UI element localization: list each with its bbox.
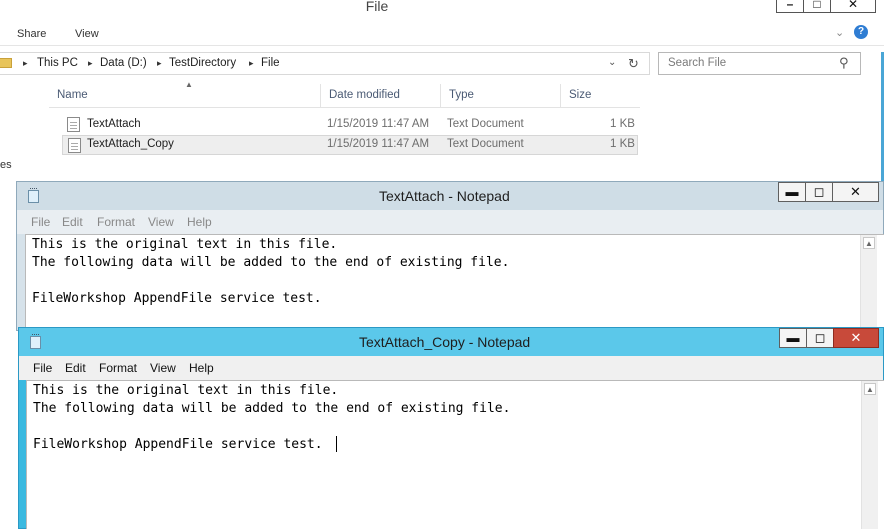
chevron-down-icon[interactable]: ⌄ [608, 57, 616, 68]
close-button[interactable]: ✕ [833, 328, 879, 348]
search-icon[interactable]: ⚲ [839, 55, 849, 71]
file-type: Text Document [447, 138, 524, 150]
file-row-selected[interactable]: TextAttach_Copy 1/15/2019 11:47 AM Text … [62, 135, 638, 155]
minimize-icon: ▬ [786, 330, 800, 345]
minimize-icon: ▬ [785, 184, 799, 199]
notepad-title: TextAttach_Copy - Notepad [359, 334, 531, 350]
vertical-scrollbar[interactable]: ▲ [860, 235, 877, 331]
ribbon-expand-icon[interactable]: ⌄ [835, 26, 844, 39]
file-name: TextAttach_Copy [87, 138, 174, 150]
menu-edit[interactable]: Edit [65, 361, 86, 375]
file-name: TextAttach [87, 118, 141, 130]
ribbon-tab-view[interactable]: View [75, 28, 99, 40]
menu-file[interactable]: File [31, 215, 50, 229]
menu-format[interactable]: Format [97, 215, 135, 229]
menu-file[interactable]: File [33, 361, 52, 375]
minimize-button[interactable]: ▬ [778, 182, 806, 202]
file-row[interactable]: TextAttach 1/15/2019 11:47 AM Text Docum… [62, 115, 638, 135]
explorer-maximize-button[interactable]: □ [803, 0, 831, 13]
text-document-icon [68, 138, 81, 153]
menu-edit[interactable]: Edit [62, 215, 83, 229]
text-line: This is the original text in this file. [33, 383, 339, 398]
menu-view[interactable]: View [150, 361, 176, 375]
explorer-close-button[interactable]: ✕ [830, 0, 876, 13]
close-icon: ✕ [850, 330, 862, 345]
breadcrumb-separator-icon: ▸ [23, 58, 28, 68]
text-line: The following data will be added to the … [33, 401, 511, 416]
column-header-type[interactable]: Type [441, 84, 561, 108]
help-icon[interactable]: ? [854, 25, 868, 39]
minimize-button[interactable]: ▬ [779, 328, 807, 348]
notepad-window-textattach-copy[interactable]: TextAttach_Copy - Notepad ▬ ◻ ✕ File Edi… [18, 327, 884, 529]
notepad-window-textattach[interactable]: TextAttach - Notepad ▬ ◻ ✕ File Edit For… [16, 181, 884, 332]
close-button[interactable]: ✕ [832, 182, 879, 202]
notepad-icon [28, 188, 39, 203]
notepad-titlebar[interactable]: TextAttach - Notepad ▬ ◻ ✕ [17, 182, 883, 210]
search-input[interactable]: Search File ⚲ [658, 52, 861, 75]
folder-icon [0, 58, 12, 68]
maximize-button[interactable]: ◻ [805, 182, 833, 202]
column-header-size[interactable]: Size [561, 84, 640, 108]
navigation-pane-text[interactable]: es [0, 159, 12, 171]
text-line: The following data will be added to the … [32, 255, 510, 270]
address-bar[interactable]: ▸ This PC ▸ Data (D:) ▸ TestDirectory ▸ … [0, 52, 650, 75]
breadcrumb-testdirectory[interactable]: TestDirectory [169, 57, 236, 69]
maximize-icon: □ [813, 0, 821, 11]
close-icon: ✕ [847, 0, 859, 11]
file-size: 1 KB [610, 118, 635, 130]
menu-view[interactable]: View [148, 215, 174, 229]
ribbon-tab-share[interactable]: Share [17, 28, 46, 40]
breadcrumb-this-pc[interactable]: This PC [37, 57, 78, 69]
menu-help[interactable]: Help [189, 361, 214, 375]
notepad-text-area[interactable]: This is the original text in this file. … [26, 380, 884, 529]
file-date: 1/15/2019 11:47 AM [327, 118, 430, 130]
explorer-title: File [365, 0, 389, 14]
text-document-icon [67, 117, 80, 132]
notepad-title: TextAttach - Notepad [379, 188, 510, 204]
explorer-ribbon: Share View ⌄ ? [0, 22, 884, 46]
explorer-titlebar: File – □ ✕ [0, 0, 884, 16]
file-type: Text Document [447, 118, 524, 130]
refresh-icon[interactable]: ↻ [628, 56, 639, 72]
breadcrumb-separator-icon: ▸ [157, 58, 162, 68]
column-header-date-modified[interactable]: Date modified [321, 84, 441, 108]
file-date: 1/15/2019 11:47 AM [327, 138, 430, 150]
file-list-header: Name Date modified Type Size [49, 84, 640, 108]
search-placeholder: Search File [668, 57, 727, 69]
text-line: FileWorkshop AppendFile service test. [32, 291, 322, 306]
scroll-up-icon[interactable]: ▲ [863, 237, 875, 249]
notepad-icon [30, 334, 41, 349]
breadcrumb-file[interactable]: File [261, 57, 280, 69]
text-line: FileWorkshop AppendFile service test. [33, 437, 323, 452]
maximize-icon: ◻ [814, 330, 826, 345]
minimize-icon: – [786, 0, 794, 11]
menu-format[interactable]: Format [99, 361, 137, 375]
breadcrumb-separator-icon: ▸ [249, 58, 254, 68]
vertical-scrollbar[interactable]: ▲ [861, 381, 878, 529]
menu-help[interactable]: Help [187, 215, 212, 229]
notepad-text-area[interactable]: This is the original text in this file. … [25, 234, 884, 332]
maximize-icon: ◻ [813, 184, 825, 199]
breadcrumb-separator-icon: ▸ [88, 58, 93, 68]
notepad-menubar: File Edit Format View Help [17, 210, 883, 234]
text-caret [336, 436, 337, 452]
scroll-up-icon[interactable]: ▲ [864, 383, 876, 395]
text-line: This is the original text in this file. [32, 237, 338, 252]
close-icon: ✕ [850, 184, 861, 199]
file-size: 1 KB [610, 138, 635, 150]
explorer-minimize-button[interactable]: – [776, 0, 804, 13]
notepad-menubar: File Edit Format View Help [19, 356, 883, 380]
column-header-name[interactable]: Name [49, 84, 321, 108]
maximize-button[interactable]: ◻ [806, 328, 834, 348]
breadcrumb-data-d[interactable]: Data (D:) [100, 57, 147, 69]
notepad-titlebar[interactable]: TextAttach_Copy - Notepad ▬ ◻ ✕ [19, 328, 883, 356]
